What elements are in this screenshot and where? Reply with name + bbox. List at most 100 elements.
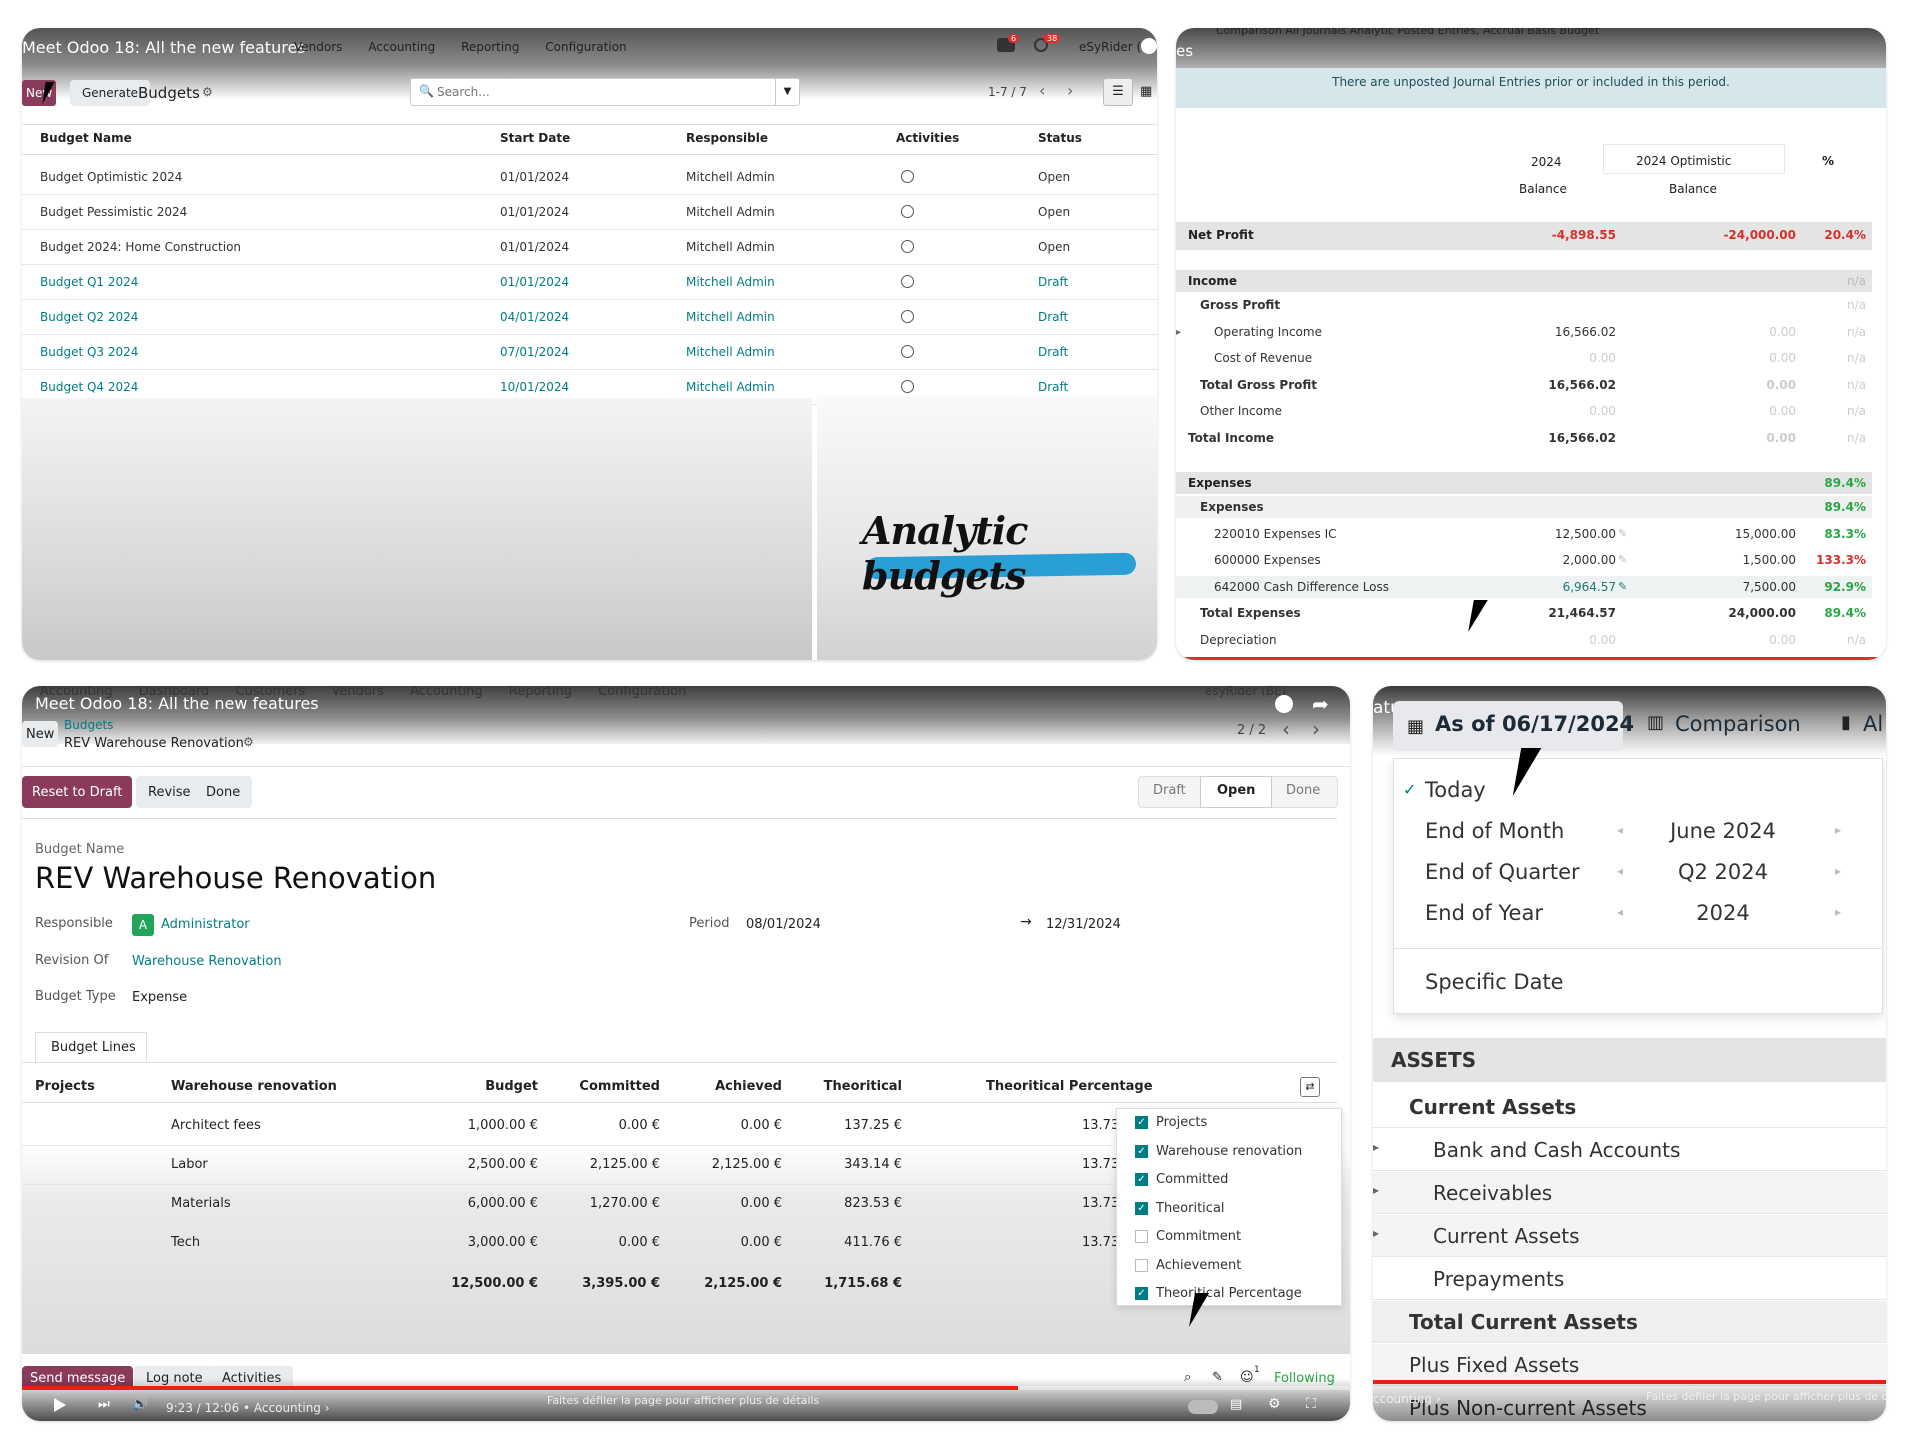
date-option[interactable]: End of Month xyxy=(1425,819,1564,843)
report-line-label[interactable]: Other Income xyxy=(1200,404,1282,418)
checkbox[interactable]: ✓ xyxy=(1135,1201,1148,1215)
col-theoritical-percentage[interactable]: Theoritical Percentage xyxy=(986,1079,1153,1094)
col-warehouse-renovation[interactable]: Warehouse renovation xyxy=(171,1079,337,1094)
video-title[interactable]: Meet Odoo 18: All the new features xyxy=(22,38,306,57)
user-menu[interactable]: esyRider (BE) xyxy=(1205,686,1286,698)
report-toolbar[interactable]: Comparison All Journals Analytic Posted … xyxy=(1216,28,1599,37)
col-responsible[interactable]: Responsible xyxy=(686,131,768,145)
optional-column-label[interactable]: Theoritical Percentage xyxy=(1156,1286,1302,1301)
budget-name[interactable]: Budget Q2 2024 xyxy=(40,310,138,324)
date-option-value[interactable]: 2024 xyxy=(1643,901,1803,925)
caret-right-icon[interactable]: ▸ xyxy=(1373,1140,1379,1154)
report-line-label[interactable]: Prepayments xyxy=(1433,1267,1564,1291)
menu-configuration[interactable]: Configuration xyxy=(598,686,686,699)
search-dropdown-toggle[interactable]: ▼ xyxy=(775,79,799,105)
pager-prev-icon[interactable]: ‹ xyxy=(1039,81,1045,100)
checkbox[interactable]: ✓ xyxy=(1135,1173,1148,1186)
optional-column-label[interactable]: Projects xyxy=(1156,1115,1207,1130)
gear-icon[interactable]: ⚙ xyxy=(243,735,254,749)
revision-of-link[interactable]: Warehouse Renovation xyxy=(132,954,282,969)
report-line-label[interactable]: Expenses xyxy=(1200,500,1264,514)
report-line-label[interactable]: Receivables xyxy=(1433,1181,1552,1205)
report-line-label[interactable]: Cost of Revenue xyxy=(1214,351,1312,365)
optional-column-label[interactable]: Commitment xyxy=(1156,1229,1241,1244)
edit-icon[interactable]: ✎ xyxy=(1618,580,1627,593)
menu-reporting[interactable]: Reporting xyxy=(461,40,519,54)
budget-name[interactable]: Budget Q3 2024 xyxy=(40,345,138,359)
report-line-label[interactable]: Depreciation xyxy=(1200,633,1277,647)
budget-title[interactable]: REV Warehouse Renovation xyxy=(35,861,436,895)
date-option[interactable]: End of Quarter xyxy=(1425,860,1580,884)
clock-icon[interactable] xyxy=(901,240,914,253)
settings-icon[interactable]: ⚙ xyxy=(1268,1396,1281,1412)
report-line-label[interactable]: 642000 Cash Difference Loss xyxy=(1214,580,1389,594)
video-title[interactable]: Meet Odoo 18: All the new features xyxy=(35,694,319,713)
responsible-value[interactable]: Administrator xyxy=(161,917,250,932)
pager-prev-icon[interactable]: ‹ xyxy=(1282,717,1290,741)
clock-icon[interactable] xyxy=(901,310,914,323)
autoplay-toggle[interactable] xyxy=(1188,1400,1218,1414)
table-row[interactable] xyxy=(22,300,1157,335)
menu-vendors[interactable]: Vendors xyxy=(294,40,342,54)
volume-icon[interactable]: 🔊 xyxy=(132,1397,148,1412)
edit-icon[interactable]: ✎ xyxy=(1618,553,1627,566)
report-line-label[interactable]: Plus Fixed Assets xyxy=(1409,1353,1579,1377)
done-button[interactable]: Done xyxy=(194,776,253,808)
share-icon[interactable]: ➦ xyxy=(1312,692,1329,716)
list-view-icon[interactable]: ☰ xyxy=(1103,78,1133,106)
date-option-value[interactable]: June 2024 xyxy=(1643,819,1803,843)
date-option[interactable]: End of Year xyxy=(1425,901,1543,925)
watch-later-icon[interactable] xyxy=(1141,38,1157,54)
optional-column-label[interactable]: Achievement xyxy=(1156,1258,1241,1273)
watch-later-icon[interactable] xyxy=(1275,695,1293,713)
report-line-label[interactable]: 220010 Expenses IC xyxy=(1214,527,1337,541)
budget-name[interactable]: Budget Optimistic 2024 xyxy=(40,170,182,184)
checkbox[interactable]: ✓ xyxy=(1135,1144,1148,1158)
report-line-label[interactable]: Total Gross Profit xyxy=(1200,378,1317,392)
budget-name[interactable]: Budget Q1 2024 xyxy=(40,275,138,289)
kanban-view-icon[interactable]: ▦ xyxy=(1140,78,1157,106)
video-progress-bar[interactable] xyxy=(1176,657,1886,660)
clock-icon[interactable] xyxy=(901,205,914,218)
budget-name[interactable]: Budget 2024: Home Construction xyxy=(40,240,241,254)
budget-type-value[interactable]: Expense xyxy=(132,990,187,1005)
fullscreen-icon[interactable]: ⛶ xyxy=(1306,1396,1316,1412)
breadcrumb-budgets[interactable]: Budgets xyxy=(64,718,113,732)
search-input[interactable] xyxy=(437,83,757,101)
pager-next-icon[interactable]: › xyxy=(1067,81,1073,100)
col-budget[interactable]: Budget xyxy=(422,1079,538,1094)
report-line-label[interactable]: 600000 Expenses xyxy=(1214,553,1321,567)
checkbox[interactable] xyxy=(1135,1258,1148,1272)
col-budget-name[interactable]: Budget Name xyxy=(40,131,132,145)
report-line-label[interactable]: Current Assets xyxy=(1409,1095,1576,1119)
chevron-left-icon[interactable]: ◂ xyxy=(1617,823,1623,837)
search-bar[interactable]: 🔍 ▼ xyxy=(410,78,800,106)
gear-icon[interactable]: ⚙ xyxy=(202,85,213,99)
report-line-label[interactable]: Gross Profit xyxy=(1200,298,1280,312)
play-icon[interactable] xyxy=(54,1398,66,1412)
col-activities[interactable]: Activities xyxy=(896,131,959,145)
menu-accounting[interactable]: Accounting xyxy=(368,40,435,54)
optional-column-label[interactable]: Warehouse renovation xyxy=(1156,1144,1302,1159)
col-status[interactable]: Status xyxy=(1038,131,1082,145)
col-optimistic[interactable]: 2024 Optimistic xyxy=(1636,154,1731,168)
checkbox[interactable] xyxy=(1135,1230,1148,1243)
report-line-label[interactable]: Operating Income xyxy=(1214,325,1322,339)
period-start[interactable]: 08/01/2024 xyxy=(746,917,821,932)
caret-right-icon[interactable]: ▸ xyxy=(1176,327,1181,338)
optional-column-label[interactable]: Committed xyxy=(1156,1172,1228,1187)
col-start-date[interactable]: Start Date xyxy=(500,131,570,145)
stage-open[interactable]: Open xyxy=(1217,783,1255,798)
line-name[interactable]: Architect fees xyxy=(171,1118,261,1133)
optional-column-label[interactable]: Theoritical xyxy=(1156,1201,1225,1216)
revise-button[interactable]: Revise xyxy=(136,776,203,808)
col-theoritical[interactable]: Theoritical xyxy=(782,1079,902,1094)
checkbox[interactable]: ✓ xyxy=(1135,1116,1148,1129)
specific-date-option[interactable]: Specific Date xyxy=(1425,970,1564,994)
table-row[interactable] xyxy=(22,335,1157,370)
table-row[interactable] xyxy=(22,195,1157,230)
line-budget[interactable]: 1,000.00 € xyxy=(422,1118,538,1133)
report-line-label[interactable]: Current Assets xyxy=(1433,1224,1580,1248)
table-row[interactable] xyxy=(22,265,1157,300)
table-row[interactable] xyxy=(22,160,1157,195)
